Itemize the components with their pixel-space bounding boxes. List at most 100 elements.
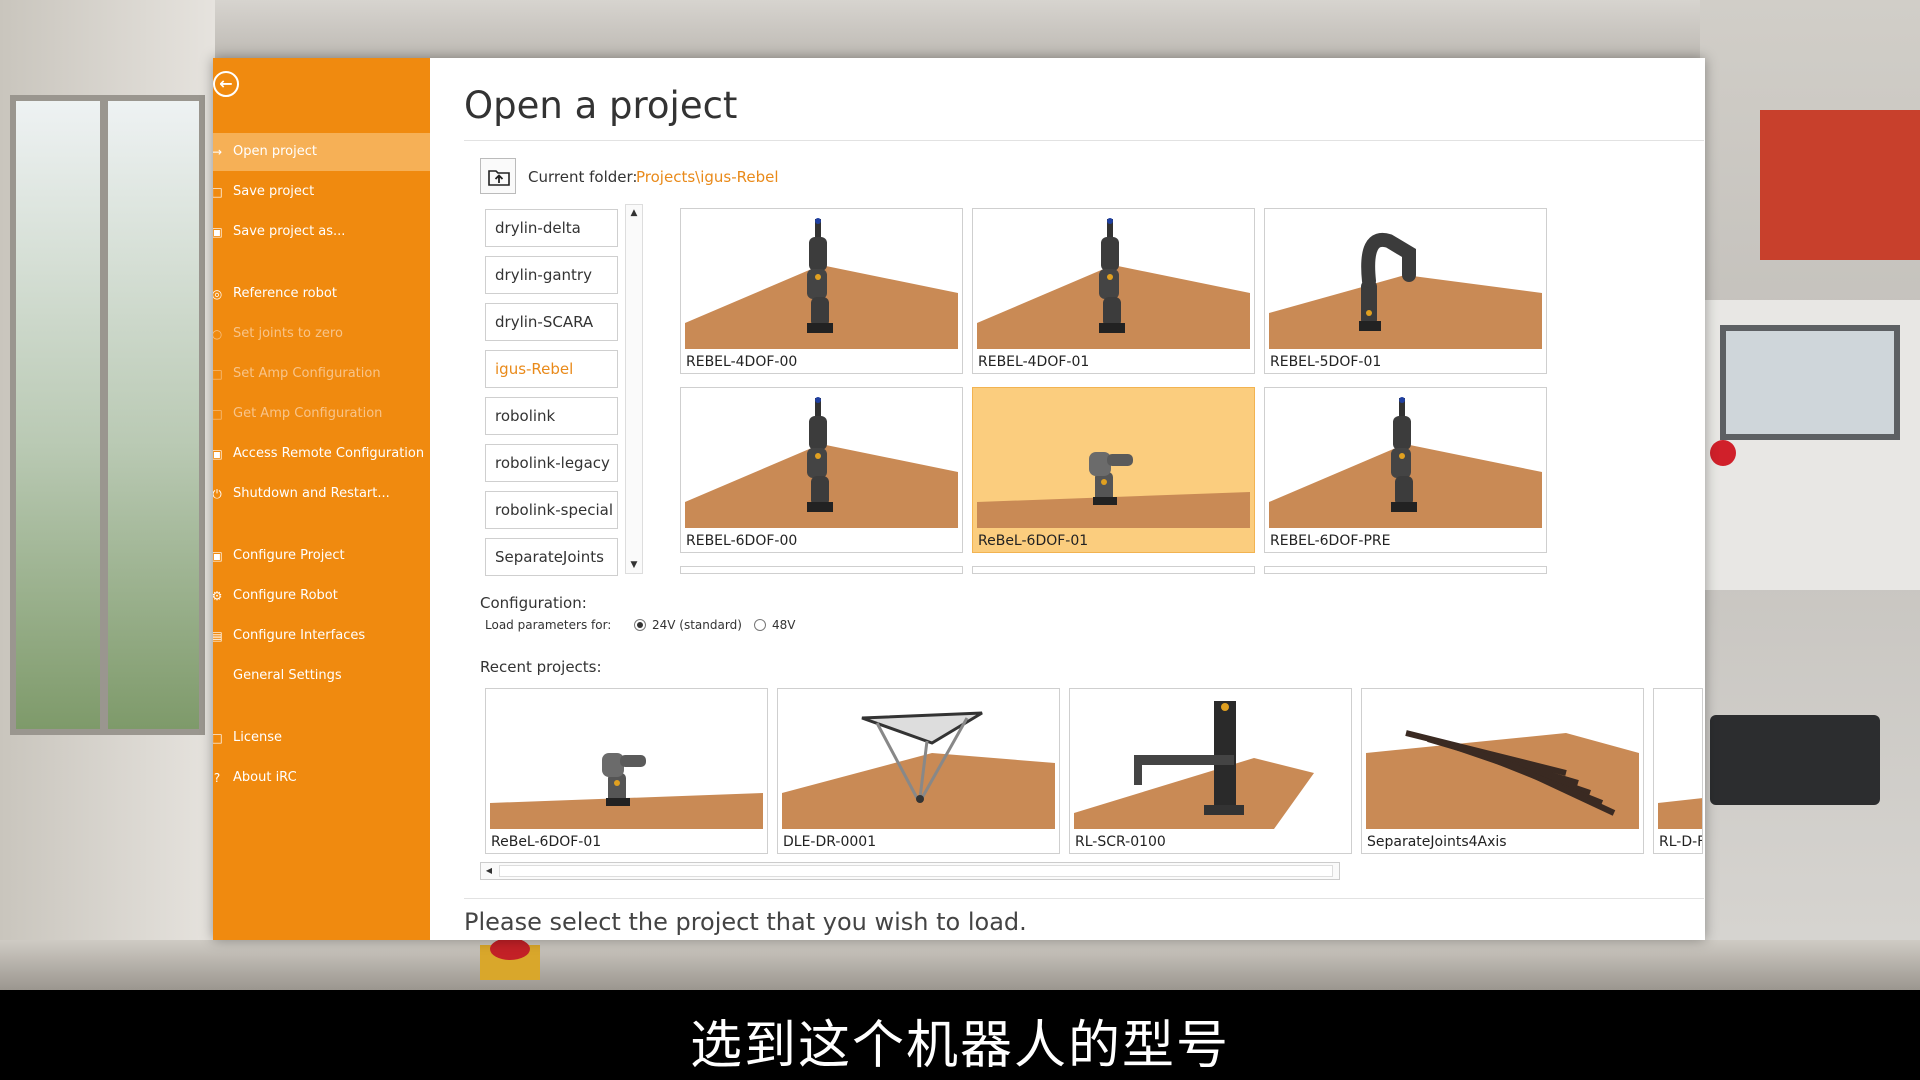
sidebar: ← → Open project □ Save project ▣ Save projec… xyxy=(213,58,430,940)
recent-project-tile[interactable]: RL-SCR-0100 xyxy=(1069,688,1352,854)
interfaces-icon: ▤ xyxy=(213,629,223,643)
robot-preview-image xyxy=(1074,693,1347,829)
estop-button xyxy=(490,938,530,960)
recent-project-label: RL-D-F xyxy=(1659,834,1703,850)
license-icon: □ xyxy=(213,731,223,745)
recent-project-label: DLE-DR-0001 xyxy=(783,834,877,850)
project-tile[interactable]: REBEL-5DOF-01 xyxy=(1264,208,1547,374)
sidebar-item-label: Access Remote Configuration xyxy=(233,446,425,461)
sidebar-item-save-project[interactable]: □ Save project xyxy=(213,173,430,211)
recent-project-tile[interactable]: RL-D-F xyxy=(1653,688,1703,854)
project-tile-partial[interactable] xyxy=(680,566,963,574)
project-tile[interactable]: REBEL-6DOF-PRE xyxy=(1264,387,1547,553)
recent-project-label: SeparateJoints4Axis xyxy=(1367,834,1507,850)
video-subtitle: 选到这个机器人的型号 xyxy=(689,1016,1230,1076)
robot-preview-image xyxy=(685,392,958,528)
sidebar-item-configure-project[interactable]: ▣ Configure Project xyxy=(213,537,430,575)
voltage-48v-radio[interactable] xyxy=(754,619,766,631)
project-tile-partial[interactable] xyxy=(972,566,1255,574)
sidebar-item-configure-robot[interactable]: ⚙ Configure Robot xyxy=(213,577,430,615)
recent-horizontal-scrollbar[interactable]: ◀ xyxy=(480,862,1340,880)
robot-preview-image xyxy=(977,213,1250,349)
machine-screen xyxy=(1720,325,1900,440)
amp-get-icon: □ xyxy=(213,407,223,421)
recent-project-tile[interactable]: DLE-DR-0001 xyxy=(777,688,1060,854)
voltage-24v-radio[interactable] xyxy=(634,619,646,631)
folder-separatejoints[interactable]: SeparateJoints xyxy=(485,538,618,576)
gear-icon: ⚙ xyxy=(213,589,223,603)
robot-preview-image xyxy=(685,213,958,349)
ceiling xyxy=(0,0,1920,60)
sidebar-item-set-amp-configuration[interactable]: □ Set Amp Configuration xyxy=(213,355,430,393)
sidebar-item-license[interactable]: □ License xyxy=(213,719,430,757)
power-icon: ⏻ xyxy=(213,487,222,501)
sidebar-item-label: Set Amp Configuration xyxy=(233,366,381,381)
sidebar-item-label: Save project xyxy=(233,184,315,199)
title-divider xyxy=(464,140,1704,141)
project-tile-label: REBEL-4DOF-00 xyxy=(686,354,798,370)
project-tile[interactable]: REBEL-4DOF-01 xyxy=(972,208,1255,374)
project-tile-label: REBEL-4DOF-01 xyxy=(978,354,1090,370)
sidebar-item-configure-interfaces[interactable]: ▤ Configure Interfaces xyxy=(213,617,430,655)
robot-preview-image xyxy=(977,392,1250,528)
sidebar-item-label: Open project xyxy=(233,144,317,159)
sidebar-item-save-project-as[interactable]: ▣ Save project as... xyxy=(213,213,430,251)
machine-stop-button xyxy=(1710,440,1736,466)
recent-projects-label: Recent projects: xyxy=(480,658,602,676)
scroll-up-arrow-icon[interactable]: ▲ xyxy=(626,205,642,221)
back-arrow-icon[interactable]: ← xyxy=(213,71,239,97)
project-tile-partial[interactable] xyxy=(1264,566,1547,574)
sidebar-item-label: License xyxy=(233,730,283,745)
voltage-48v-label: 48V xyxy=(772,618,796,632)
current-folder-label: Current folder: xyxy=(528,168,638,186)
zero-icon: ○ xyxy=(213,327,223,341)
folder-robolink[interactable]: robolink xyxy=(485,397,618,435)
sidebar-item-label: Configure Project xyxy=(233,548,345,563)
project-tile[interactable]: REBEL-4DOF-00 xyxy=(680,208,963,374)
folder-igus-rebel[interactable]: igus-Rebel xyxy=(485,350,618,388)
save-icon: □ xyxy=(213,185,223,199)
sidebar-item-label: Configure Robot xyxy=(233,588,338,603)
bottom-divider xyxy=(464,898,1704,899)
folder-drylin-scara[interactable]: drylin-SCARA xyxy=(485,303,618,341)
sidebar-item-reference-robot[interactable]: ◎ Reference robot xyxy=(213,275,430,313)
robot-preview-image xyxy=(1269,213,1542,349)
folder-drylin-gantry[interactable]: drylin-gantry xyxy=(485,256,618,294)
folder-scrollbar[interactable]: ▲ ▼ xyxy=(625,204,643,574)
project-tile-label: REBEL-5DOF-01 xyxy=(1270,354,1382,370)
sidebar-item-access-remote-configuration[interactable]: ▣ Access Remote Configuration xyxy=(213,435,430,473)
sidebar-item-label: Configure Interfaces xyxy=(233,628,366,643)
project-tile[interactable]: REBEL-6DOF-00 xyxy=(680,387,963,553)
project-tile[interactable]: ReBeL-6DOF-01 xyxy=(972,387,1255,553)
sidebar-item-shutdown-and-restart[interactable]: ⏻ Shutdown and Restart... xyxy=(213,475,430,513)
floor xyxy=(0,940,1920,990)
sidebar-item-general-settings[interactable]: General Settings xyxy=(213,657,430,695)
sidebar-item-get-amp-configuration[interactable]: □ Get Amp Configuration xyxy=(213,395,430,433)
sidebar-item-label: General Settings xyxy=(233,668,342,683)
main-panel: Open a project Current folder: Projects\… xyxy=(430,58,1705,940)
recent-project-tile[interactable]: SeparateJoints4Axis xyxy=(1361,688,1644,854)
folder-up-button[interactable] xyxy=(480,158,516,194)
sidebar-item-set-joints-to-zero[interactable]: ○ Set joints to zero xyxy=(213,315,430,353)
robot-preview-image xyxy=(782,693,1055,829)
sidebar-item-open-project[interactable]: → Open project xyxy=(213,133,430,171)
scroll-left-arrow-icon[interactable]: ◀ xyxy=(481,863,497,879)
motor-unit xyxy=(1710,715,1880,805)
project-tile-label: ReBeL-6DOF-01 xyxy=(978,533,1089,549)
current-folder-path[interactable]: Projects\igus-Rebel xyxy=(636,168,779,186)
folder-drylin-delta[interactable]: drylin-delta xyxy=(485,209,618,247)
scrollbar-thumb[interactable] xyxy=(499,865,1333,877)
scroll-down-arrow-icon[interactable]: ▼ xyxy=(626,557,642,573)
folder-robolink-legacy[interactable]: robolink-legacy xyxy=(485,444,618,482)
help-icon: ? xyxy=(213,771,221,785)
sidebar-item-about-irc[interactable]: ? About iRC xyxy=(213,759,430,797)
folder-robolink-special[interactable]: robolink-special xyxy=(485,491,618,529)
amp-set-icon: □ xyxy=(213,367,223,381)
remote-icon: ▣ xyxy=(213,447,223,461)
recent-project-tile[interactable]: ReBeL-6DOF-01 xyxy=(485,688,768,854)
arrow-right-icon: → xyxy=(213,145,223,159)
window-mullion xyxy=(100,95,108,735)
robot-preview-image xyxy=(490,693,763,829)
sidebar-item-label: Get Amp Configuration xyxy=(233,406,383,421)
sidebar-item-label: About iRC xyxy=(233,770,297,785)
